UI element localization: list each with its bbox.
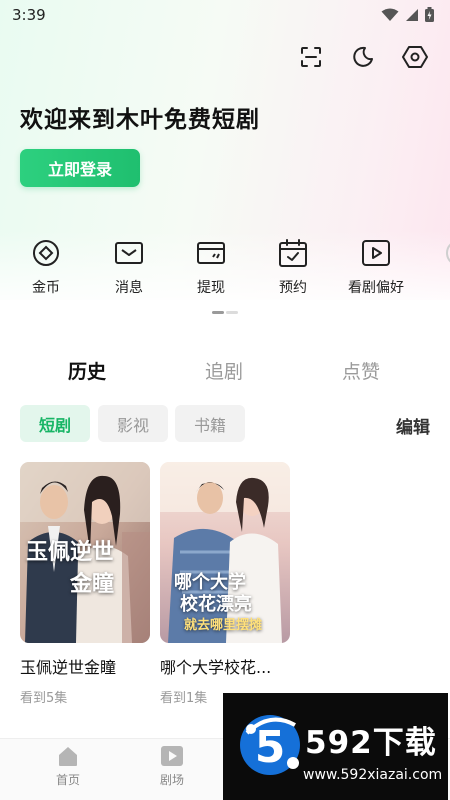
calendar-check-icon [278, 238, 308, 268]
more-icon [444, 238, 450, 268]
quick-item-messages[interactable]: 消息 [94, 238, 164, 297]
moon-icon[interactable] [350, 44, 376, 70]
status-icons [381, 7, 434, 22]
watermark-logo: 5 [240, 715, 300, 775]
quick-item-more[interactable] [424, 238, 450, 268]
watermark-brand: 592下载 [305, 725, 437, 761]
site-watermark: 5 592下载 www.592xiazai.com [223, 693, 448, 800]
cover-title-line: 校花漂亮 [180, 594, 252, 615]
history-card[interactable]: 玉佩逆世 金瞳 玉佩逆世金瞳 看到5集 [20, 462, 150, 706]
watermark-logo-digit: 5 [255, 722, 286, 773]
drama-title: 玉佩逆世金瞳 [20, 658, 117, 677]
quick-item-label: 金币 [32, 280, 60, 296]
status-time: 3:39 [12, 6, 46, 24]
header-icon-bar [298, 44, 428, 70]
login-button[interactable]: 立即登录 [20, 149, 140, 187]
welcome-title: 欢迎来到木叶免费短剧 [20, 107, 260, 133]
theater-play-icon [161, 746, 183, 766]
edit-button[interactable]: 编辑 [396, 413, 430, 438]
battery-icon [425, 7, 434, 22]
drama-title: 哪个大学校花... [160, 658, 272, 677]
nav-item-home[interactable]: 首页 [38, 745, 98, 788]
watermark-url: www.592xiazai.com [303, 767, 443, 783]
quick-item-coins[interactable]: 金币 [11, 238, 81, 297]
play-icon [361, 238, 391, 268]
cover-subtitle: 就去哪里摆摊 [184, 618, 263, 633]
filter-chip-film-tv[interactable]: 影视 [98, 405, 168, 442]
quick-item-label: 预约 [279, 280, 307, 296]
scan-icon[interactable] [298, 44, 324, 70]
quick-menu: 金币 消息 提现 预约 看剧偏好 [0, 238, 450, 302]
drama-cover: 哪个大学 校花漂亮 就去哪里摆摊 [160, 462, 290, 643]
quick-item-preferences[interactable]: 看剧偏好 [341, 238, 411, 297]
quick-item-withdraw[interactable]: 提现 [176, 238, 246, 297]
settings-hexagon-icon[interactable] [402, 44, 428, 70]
tab-likes[interactable]: 点赞 [342, 357, 380, 384]
home-icon [59, 747, 77, 766]
nav-label: 首页 [55, 773, 80, 787]
watch-progress: 看到5集 [20, 691, 68, 706]
wallet-icon [196, 238, 226, 268]
coin-icon [31, 238, 61, 268]
filter-chip-short-drama[interactable]: 短剧 [20, 405, 90, 442]
cover-title-line: 金瞳 [70, 571, 115, 597]
quick-item-reservation[interactable]: 预约 [258, 238, 328, 297]
mail-icon [114, 238, 144, 268]
tab-following[interactable]: 追剧 [205, 357, 243, 384]
pager-dot-active [212, 311, 224, 314]
nav-item-theater[interactable]: 剧场 [142, 745, 202, 788]
cover-title-line: 玉佩逆世 [26, 539, 115, 565]
quick-item-label: 消息 [115, 280, 143, 296]
filter-chip-books[interactable]: 书籍 [175, 405, 245, 442]
quick-item-label: 看剧偏好 [348, 280, 404, 296]
tab-history[interactable]: 历史 [68, 357, 106, 384]
quick-menu-pager [212, 311, 238, 314]
drama-cover: 玉佩逆世 金瞳 [20, 462, 150, 643]
nav-label: 剧场 [159, 773, 184, 787]
pager-dot [226, 311, 238, 314]
wifi-icon [381, 8, 399, 21]
signal-icon [406, 8, 418, 21]
quick-item-label: 提现 [197, 280, 225, 296]
history-card[interactable]: 哪个大学 校花漂亮 就去哪里摆摊 哪个大学校花... 看到1集 [160, 462, 290, 706]
